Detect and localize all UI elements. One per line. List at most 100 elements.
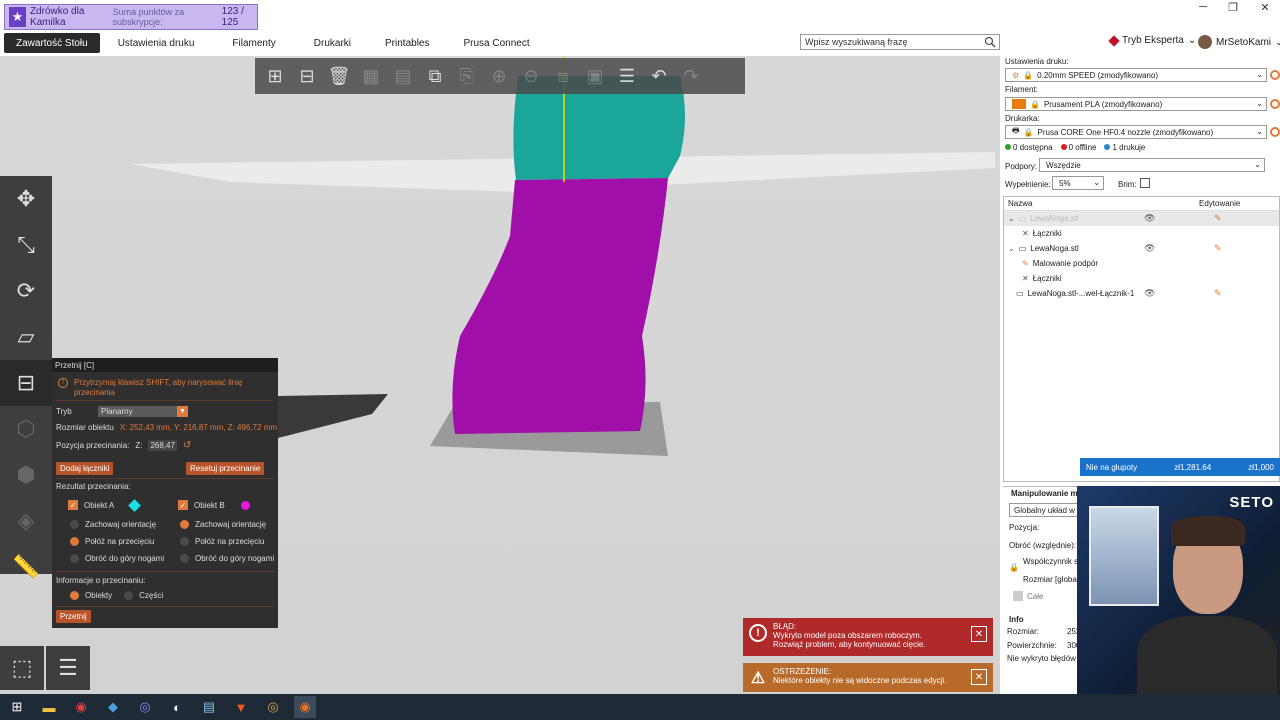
object-a-checkbox[interactable]: ✓ <box>68 500 78 510</box>
arrange-icon[interactable]: ▦ <box>357 62 385 90</box>
supports-select[interactable]: Wszędzie ⌄ <box>1039 158 1265 172</box>
file-explorer-icon[interactable]: ▬ <box>38 696 60 718</box>
delete-object-icon[interactable]: ⊟ <box>293 62 321 90</box>
eye-icon[interactable]: 👁 <box>1144 213 1155 224</box>
split-objects-icon[interactable]: ⧈ <box>549 62 577 90</box>
info-size-label: Rozmiar: <box>1007 627 1040 636</box>
lock-icon: 🔒 <box>1023 70 1034 80</box>
parts-radio[interactable] <box>124 591 134 600</box>
copy-icon[interactable]: ⧉ <box>421 62 449 90</box>
add-instance-icon[interactable]: ⊕ <box>485 62 513 90</box>
move-icon[interactable]: ✥ <box>0 176 52 222</box>
list-item[interactable]: ⌄ ▭ LewaNoga.stl 👁 ✎ <box>1004 211 1279 226</box>
close-icon[interactable]: ✕ <box>1250 0 1280 14</box>
tab-printables[interactable]: Printables <box>373 33 441 53</box>
add-connectors-button[interactable]: Dodaj łączniki <box>56 462 114 475</box>
3d-view-icon[interactable]: ⬚ <box>0 646 44 690</box>
split-parts-icon[interactable]: ▣ <box>581 62 609 90</box>
perform-cut-button[interactable]: Przetnij <box>56 610 91 623</box>
obs-icon[interactable]: ◐ <box>166 696 188 718</box>
tab-plater[interactable]: Zawartość Stołu <box>4 33 100 53</box>
discord-icon[interactable]: ◎ <box>134 696 156 718</box>
object-b-label: Obiekt B <box>194 500 225 510</box>
app-circle-icon[interactable]: ◎ <box>262 696 284 718</box>
tab-prusa-connect[interactable]: Prusa Connect <box>451 33 541 53</box>
search-input[interactable]: Wpisz wyszukiwaną frazę <box>800 34 1000 50</box>
measure-icon[interactable]: 📏 <box>0 544 52 590</box>
eye-icon[interactable]: 👁 <box>1144 243 1155 254</box>
arrange-selection-icon[interactable]: ▤ <box>389 62 417 90</box>
place-on-cut-b-label: Połóż na przecięciu <box>195 537 265 546</box>
gear-icon[interactable] <box>1270 70 1280 80</box>
brim-checkbox[interactable] <box>1140 178 1150 188</box>
tab-print-settings[interactable]: Ustawienia druku <box>106 33 207 53</box>
list-item[interactable]: ✕ Łączniki <box>1004 226 1279 241</box>
chrome-icon[interactable]: ◉ <box>70 696 92 718</box>
layers-icon[interactable]: ☰ <box>613 62 641 90</box>
flip-a-label: Obróć do góry nogami <box>85 554 165 563</box>
redo-icon[interactable]: ↷ <box>677 62 705 90</box>
filament-label: Filament: <box>1005 85 1038 94</box>
flip-a-radio[interactable] <box>70 554 79 563</box>
close-icon[interactable]: ✕ <box>971 626 987 642</box>
object-icon: ▭ <box>1018 244 1027 253</box>
close-icon[interactable]: ✕ <box>971 669 987 685</box>
minimize-icon[interactable]: ─ <box>1188 0 1218 14</box>
preview-icon[interactable]: ☰ <box>46 646 90 690</box>
objects-radio[interactable] <box>70 591 79 600</box>
paste-icon[interactable]: ⎘ <box>453 62 481 90</box>
paint-supports-icon[interactable]: ⬡ <box>0 406 52 452</box>
chevron-down-icon: ⌄ <box>1256 99 1263 108</box>
3d-viewport[interactable]: ⊞ ⊟ 🗑 ▦ ▤ ⧉ ⎘ ⊕ ⊖ ⧈ ▣ ☰ ↶ ↷ ✥ ⤡ ⟳ ▱ ⊟ ⬡ … <box>0 56 1000 694</box>
edit-icon[interactable]: ✎ <box>1214 288 1222 299</box>
user-menu[interactable]: MrSetoKami ⌄ <box>1198 35 1280 49</box>
place-on-cut-b-radio[interactable] <box>180 537 189 546</box>
place-on-face-icon[interactable]: ▱ <box>0 314 52 360</box>
rotate-icon[interactable]: ⟳ <box>0 268 52 314</box>
reset-cut-button[interactable]: Resetuj przecinanie <box>186 462 265 475</box>
list-item[interactable]: ▭ LewaNoga.stl-...wel-Łącznik-1 👁 ✎ <box>1004 286 1279 301</box>
gear-icon[interactable] <box>1270 99 1280 109</box>
eye-icon[interactable]: 👁 <box>1144 288 1155 299</box>
notes-icon[interactable]: ▤ <box>198 696 220 718</box>
mode-selector[interactable]: Tryb Eksperta ⌄ <box>1108 34 1196 47</box>
tab-printers[interactable]: Drukarki <box>302 33 363 53</box>
windows-start-icon[interactable]: ⊞ <box>6 696 28 718</box>
delete-all-icon[interactable]: 🗑 <box>325 62 353 90</box>
list-item[interactable]: ⌄ ▭ LewaNoga.stl 👁 ✎ <box>1004 241 1279 256</box>
app-icon[interactable]: ◆ <box>102 696 124 718</box>
cut-mode-select[interactable]: Planarny ▼ <box>98 406 188 417</box>
lock-icon[interactable]: 🔒 <box>1009 563 1019 572</box>
edit-icon[interactable]: ✎ <box>1214 213 1222 224</box>
filament-select[interactable]: 🔒 Prusament PLA (zmodyfikowano) ⌄ <box>1005 97 1267 111</box>
object-b-checkbox[interactable]: ✓ <box>178 500 188 510</box>
reset-z-icon[interactable]: ↺ <box>183 440 191 451</box>
keep-orientation-a-radio[interactable] <box>70 520 79 529</box>
whole-checkbox[interactable] <box>1013 591 1023 601</box>
undo-icon[interactable]: ↶ <box>645 62 673 90</box>
flip-b-radio[interactable] <box>180 554 189 563</box>
gear-icon[interactable] <box>1270 127 1280 137</box>
scale-icon[interactable]: ⤡ <box>0 222 52 268</box>
list-item[interactable]: ✕ Łączniki <box>1004 271 1279 286</box>
search-icon[interactable] <box>984 36 996 48</box>
multimaterial-icon[interactable]: ◈ <box>0 498 52 544</box>
divider <box>56 606 274 607</box>
brave-icon[interactable]: ▼ <box>230 696 252 718</box>
printer-select[interactable]: 🖶 🔒 Prusa CORE One HF0.4 nozzle (zmodyfi… <box>1005 125 1267 139</box>
prusaslicer-icon[interactable]: ◉ <box>294 696 316 718</box>
seam-paint-icon[interactable]: ⬢ <box>0 452 52 498</box>
cut-icon[interactable]: ⊟ <box>0 360 52 406</box>
print-settings-select[interactable]: ⚙ 🔒 0.20mm SPEED (zmodyfikowano) ⌄ <box>1005 68 1267 82</box>
list-item[interactable]: ✎ Malowanie podpór <box>1004 256 1279 271</box>
edit-icon[interactable]: ✎ <box>1214 243 1222 254</box>
z-input[interactable]: 268,47 <box>148 440 177 451</box>
windows-taskbar: ⊞ ▬ ◉ ◆ ◎ ◐ ▤ ▼ ◎ ◉ <box>0 694 1280 720</box>
remove-instance-icon[interactable]: ⊖ <box>517 62 545 90</box>
tab-filaments[interactable]: Filamenty <box>220 33 287 53</box>
infill-select[interactable]: 5% ⌄ <box>1052 176 1104 190</box>
place-on-cut-a-radio[interactable] <box>70 537 79 546</box>
add-object-icon[interactable]: ⊞ <box>261 62 289 90</box>
keep-orientation-b-radio[interactable] <box>180 520 189 529</box>
maximize-icon[interactable]: ❐ <box>1218 0 1248 14</box>
